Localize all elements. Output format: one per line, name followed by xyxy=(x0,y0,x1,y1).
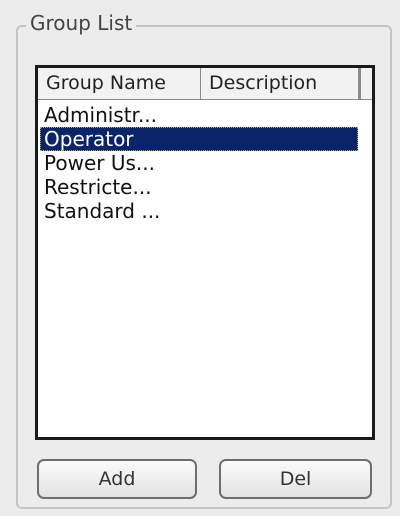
list-rows: Administr... Operator Power Us... Restri… xyxy=(38,103,372,223)
list-item-standard[interactable]: Standard ... xyxy=(40,199,358,223)
group-list-view[interactable]: Group Name Description Administr... Oper… xyxy=(35,65,375,440)
add-button[interactable]: Add xyxy=(37,459,197,499)
list-header: Group Name Description xyxy=(38,68,372,100)
del-button[interactable]: Del xyxy=(219,459,372,499)
column-header-group-name[interactable]: Group Name xyxy=(38,68,201,99)
list-item-restricted[interactable]: Restricte... xyxy=(40,175,358,199)
list-item-administrators[interactable]: Administr... xyxy=(40,103,358,127)
column-header-filler xyxy=(359,68,372,99)
group-list-panel: Group List Group Name Description Admini… xyxy=(0,0,400,516)
column-header-description[interactable]: Description xyxy=(201,68,359,99)
list-item-power-users[interactable]: Power Us... xyxy=(40,151,358,175)
group-list-title: Group List xyxy=(26,10,137,36)
list-item-operator[interactable]: Operator xyxy=(40,127,358,151)
